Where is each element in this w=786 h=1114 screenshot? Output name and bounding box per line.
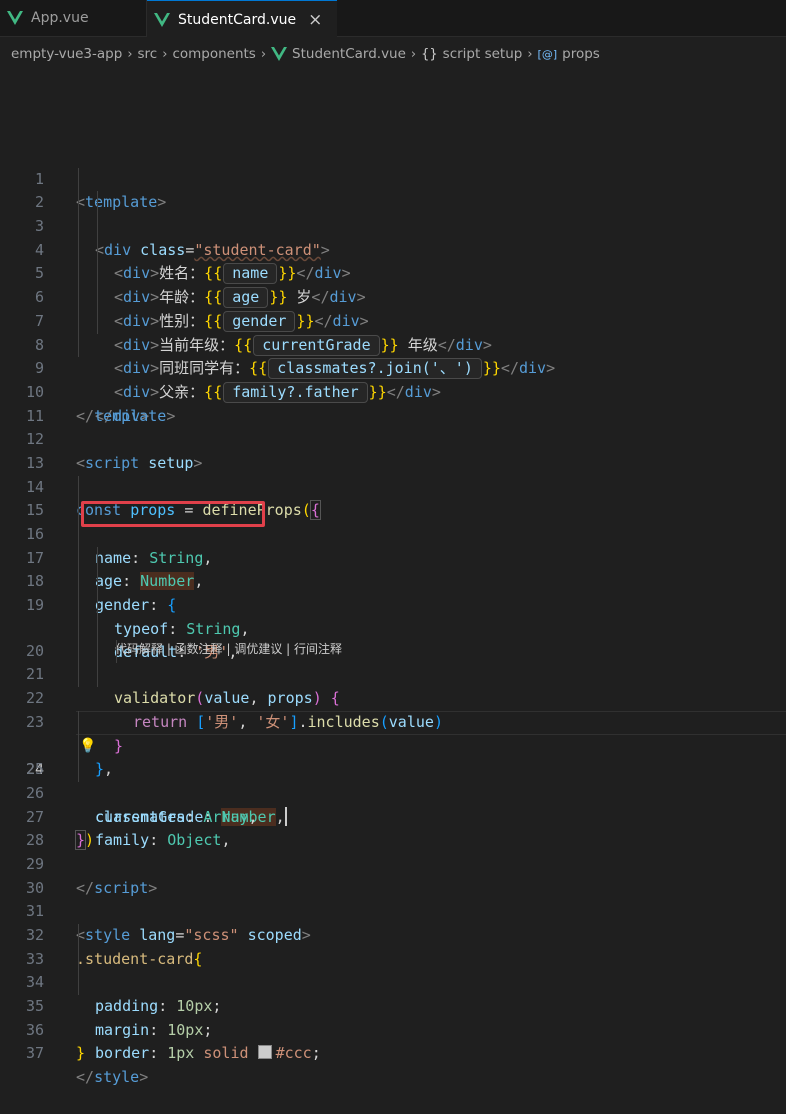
code-line: 10 </template>	[0, 357, 786, 425]
code-line: 14 const props = defineProps({	[0, 452, 786, 521]
tab-label: App.vue	[31, 10, 89, 26]
code-line: 30	[0, 853, 786, 897]
code-line: 9 </div>	[0, 333, 786, 425]
color-swatch-icon[interactable]	[257, 1045, 272, 1060]
code-line: 12 <script setup>	[0, 405, 786, 472]
highlight-annotation-box	[81, 501, 265, 527]
vue-file-icon	[271, 47, 288, 61]
code-line: 37 </style>	[0, 1019, 786, 1086]
tab-label: StudentCard.vue	[178, 11, 297, 28]
symbol-property-icon: [@]	[537, 47, 558, 61]
code-line: 32 .student-card{	[0, 900, 786, 968]
chevron-right-icon: ›	[527, 46, 533, 62]
breadcrumb-item[interactable]: components	[172, 46, 255, 62]
code-line: 13	[0, 428, 786, 472]
css-value: solid	[203, 1044, 249, 1063]
code-line: 2 <div class="student-card">	[0, 167, 786, 259]
code-line: 29 </script>	[0, 829, 786, 897]
breadcrumb-item[interactable]: script setup	[443, 46, 523, 62]
code-line: 26 family: Object,	[0, 758, 786, 849]
code-line: 34 margin: 10px;	[0, 947, 786, 1039]
vue-file-icon	[154, 12, 170, 27]
tab-studentcard-vue[interactable]: StudentCard.vue ×	[147, 0, 337, 38]
code-line: 8 <div>父亲：{{family?.father}}</div>	[0, 309, 786, 403]
css-property: border	[95, 1044, 150, 1063]
css-value: 1px	[167, 1044, 195, 1063]
line-number: 37	[25, 1044, 44, 1063]
code-line: 33 padding: 10px;	[0, 924, 786, 1015]
code-line: 5 <div>性别：{{gender}}</div>	[0, 238, 786, 332]
tag-name: style	[94, 1068, 140, 1087]
code-line: 18 typeof: String,	[0, 546, 786, 638]
breadcrumb-item[interactable]: empty-vue3-app	[11, 46, 122, 62]
braces-icon: {}	[421, 46, 438, 62]
code-line: 27 })	[0, 782, 786, 851]
code-line: 21 return ['男', '女'].includes(value)	[0, 639, 786, 731]
breadcrumb-item[interactable]: StudentCard.vue	[292, 46, 406, 62]
chevron-right-icon: ›	[410, 46, 417, 62]
codelens-actions[interactable]: 代码解释 | 函数注释 | 调优建议 | 行间注释	[0, 594, 786, 656]
chevron-right-icon: ›	[260, 46, 267, 62]
code-line: 11	[0, 381, 786, 425]
code-line: 28	[0, 806, 786, 849]
code-line: 15 name: String,	[0, 475, 786, 567]
code-line: 35 border: 1px solid #ccc;	[0, 971, 786, 1062]
code-line: 19 default: '男',	[0, 570, 786, 661]
current-line-highlight	[76, 710, 786, 735]
code-line: 23 💡 },	[0, 687, 786, 778]
code-line: 6 <div>当前年级：{{currentGrade}} 年级</div>	[0, 262, 786, 356]
code-line: 36 }	[0, 995, 786, 1063]
css-value: #ccc	[275, 1044, 312, 1063]
breadcrumb: empty-vue3-app › src › components › Stud…	[11, 43, 600, 65]
code-line: 31 <style lang="scss" scoped>	[0, 877, 786, 944]
code-line: 4 <div>年龄：{{age}} 岁</div>	[0, 215, 786, 309]
breadcrumb-item[interactable]: src	[138, 46, 158, 62]
code-line: 22 }	[0, 663, 786, 755]
chevron-right-icon: ›	[127, 46, 133, 62]
vue-file-icon	[7, 11, 23, 25]
code-line: 20 validator(value, props) {	[0, 616, 786, 707]
code-editor[interactable]: 1 <template> 2 <div class="student-card"…	[0, 144, 786, 1086]
code-line: 25 classmates: Array,	[0, 734, 786, 826]
breadcrumb-item[interactable]: props	[562, 46, 600, 62]
tab-app-vue[interactable]: App.vue	[0, 0, 147, 36]
chevron-right-icon: ›	[162, 46, 168, 62]
close-icon[interactable]: ×	[308, 10, 322, 30]
editor-tab-bar: App.vue StudentCard.vue ×	[0, 0, 786, 38]
code-line: 7 <div>同班同学有：{{classmates?.join('、')}}</…	[0, 286, 786, 380]
code-line: 3 <div>姓名：{{name}}</div>	[0, 191, 786, 285]
code-line: 1 <template>	[0, 144, 786, 212]
code-line-active: 24 currentGrade: Number,	[0, 710, 786, 826]
